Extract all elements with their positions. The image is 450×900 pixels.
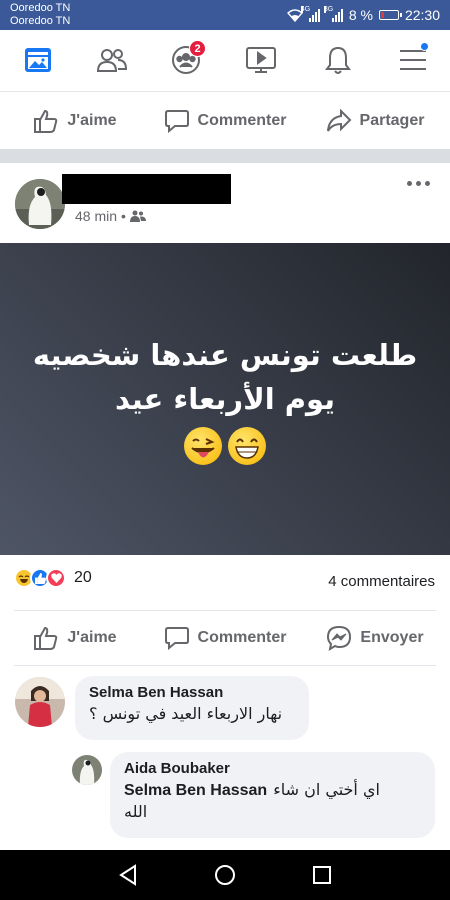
share-button[interactable]: Partager: [300, 108, 450, 134]
post-author-avatar[interactable]: [15, 179, 65, 229]
comment-2-bubble[interactable]: Aida Boubaker Selma Ben Hassan اي أختي ا…: [110, 752, 435, 838]
post-content[interactable]: طلعت تونس عندها شخصيه يوم الأربعاء عيد: [0, 243, 450, 555]
like-button[interactable]: J'aime: [0, 108, 150, 134]
post-time: 48 min: [75, 208, 118, 224]
post-like-button[interactable]: J'aime: [0, 625, 150, 651]
signal-2-tag: 3G: [323, 5, 334, 13]
thumbs-up-icon: [34, 109, 58, 133]
comment-1-text: نهار الاربعاء العيد في تونس ؟: [89, 704, 283, 723]
post-actions: J'aime Commenter Envoyer: [0, 609, 450, 667]
post-text-line-2: يوم الأربعاء عيد: [114, 382, 336, 416]
comment-1-avatar[interactable]: [15, 677, 65, 727]
battery-percent: 8 %: [348, 7, 373, 23]
post-meta: 48 min •: [75, 208, 146, 224]
send-label: Envoyer: [360, 629, 424, 646]
android-navigation-bar: [0, 850, 450, 900]
home-icon[interactable]: [214, 864, 236, 886]
post-comment-label: Commenter: [197, 629, 287, 646]
groups-icon[interactable]: 2: [168, 40, 206, 78]
comment-2-avatar[interactable]: [72, 755, 102, 785]
grinning-emoji-icon: [228, 427, 266, 465]
status-bar: Ooredoo TN Ooredoo TN 4G 3G 8 % 22:30: [0, 0, 450, 30]
carrier-2: Ooredoo TN: [10, 15, 71, 27]
comment-icon: [164, 110, 189, 134]
recents-icon[interactable]: [312, 865, 332, 885]
post-comment-button[interactable]: Commenter: [150, 625, 300, 651]
feed-icon[interactable]: [20, 42, 56, 78]
friends-icon[interactable]: [94, 42, 130, 78]
like-label: J'aime: [67, 112, 117, 129]
notifications-icon[interactable]: [320, 42, 356, 78]
messenger-icon: [327, 625, 352, 651]
friends-audience-icon: [129, 210, 146, 222]
previous-post-actions: J'aime Commenter Partager: [0, 92, 450, 150]
menu-notification-dot: [420, 42, 429, 51]
comment-label: Commenter: [197, 112, 287, 129]
meta-separator: •: [121, 208, 126, 224]
send-button[interactable]: Envoyer: [300, 625, 450, 651]
feed-separator: [0, 149, 450, 163]
comment-button[interactable]: Commenter: [150, 108, 300, 134]
post-like-label: J'aime: [67, 629, 117, 646]
share-label: Partager: [359, 112, 425, 129]
groups-badge: 2: [189, 40, 206, 57]
signal-1-tag: 4G: [300, 5, 311, 13]
comment-2-author[interactable]: Aida Boubaker: [124, 760, 421, 777]
reactions-summary[interactable]: 20: [14, 568, 92, 588]
top-navigation: 2: [0, 30, 450, 92]
reaction-count: 20: [74, 569, 92, 586]
battery-icon: [378, 10, 402, 20]
watch-icon[interactable]: [243, 42, 279, 78]
carrier-1: Ooredoo TN: [10, 2, 71, 14]
signal-2-icon: 3G: [323, 5, 343, 22]
comment-2-text: اي أختي ان شاء: [273, 780, 380, 799]
post-author-name-redacted[interactable]: [62, 174, 231, 204]
thumbs-up-icon: [34, 626, 58, 650]
comment-icon: [164, 627, 189, 651]
comment-1-bubble[interactable]: Selma Ben Hassan نهار الاربعاء العيد في …: [75, 676, 309, 740]
comments-count-link[interactable]: 4 commentaires: [328, 573, 435, 590]
menu-icon[interactable]: [395, 42, 431, 78]
post-options-icon[interactable]: [407, 181, 430, 186]
post-header: 48 min •: [0, 165, 450, 243]
back-icon[interactable]: [118, 864, 138, 886]
tongue-out-emoji-icon: [184, 427, 222, 465]
share-icon: [326, 108, 351, 132]
signal-1-icon: 4G: [300, 5, 320, 22]
post-text-line-1: طلعت تونس عندها شخصيه: [32, 338, 418, 372]
comment-1-author[interactable]: Selma Ben Hassan: [89, 684, 295, 701]
comment-2-text-line-2: الله: [124, 802, 148, 821]
actions-divider: [14, 665, 436, 666]
clock: 22:30: [404, 7, 440, 23]
love-reaction-icon: [46, 568, 66, 588]
comment-2-mention[interactable]: Selma Ben Hassan: [124, 782, 267, 800]
